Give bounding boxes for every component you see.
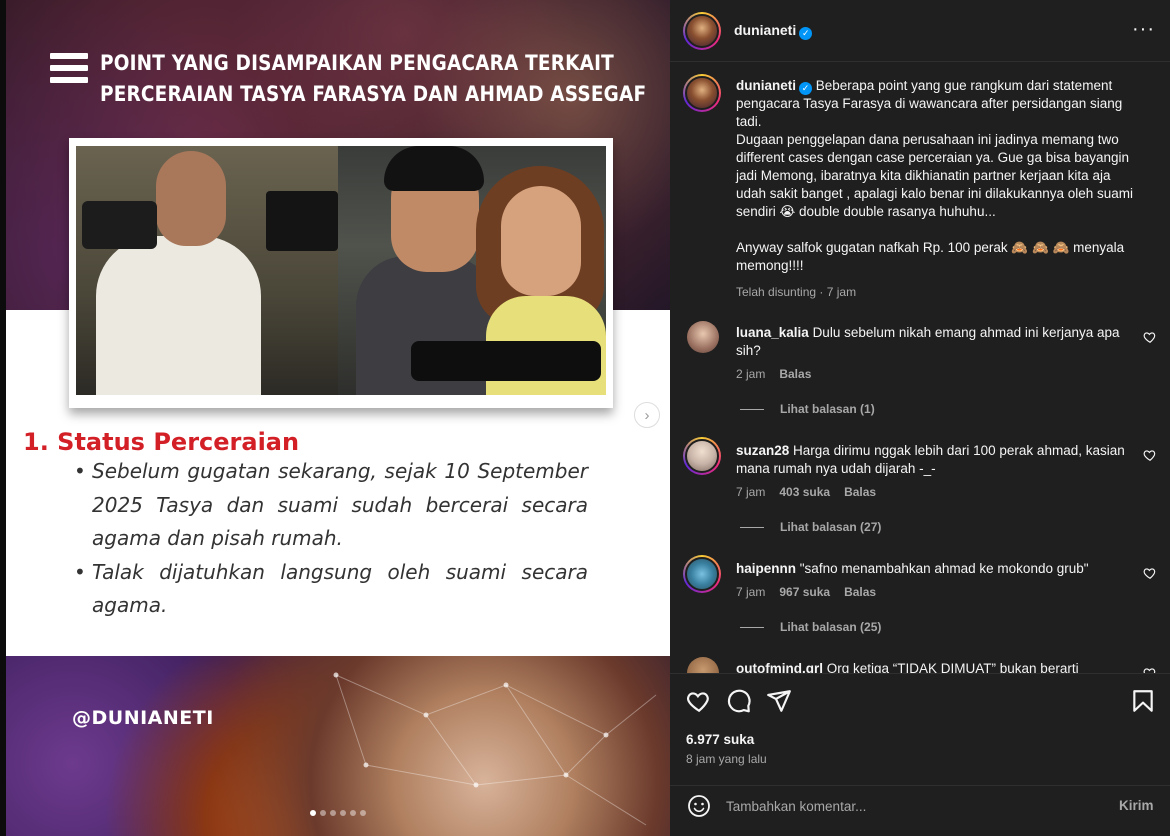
like-heart-icon[interactable] xyxy=(1143,666,1157,673)
like-heart-icon[interactable] xyxy=(1143,330,1157,344)
comment-likes[interactable]: 403 suka xyxy=(779,485,830,499)
bullet-list: Sebelum gugatan sekarang, sejak 10 Septe… xyxy=(74,455,588,623)
author-avatar[interactable] xyxy=(683,12,721,50)
comment-text: Org ketiga “TIDAK DIMUAT” bukan berarti xyxy=(826,661,1079,673)
bullet-item: Sebelum gugatan sekarang, sejak 10 Septe… xyxy=(74,455,588,556)
commenter-avatar[interactable] xyxy=(683,437,721,475)
reply-button[interactable]: Balas xyxy=(779,367,811,381)
reply-button[interactable]: Balas xyxy=(844,585,876,599)
carousel-dot[interactable] xyxy=(340,810,346,816)
like-heart-icon[interactable] xyxy=(1143,566,1157,580)
carousel-dot[interactable] xyxy=(330,810,336,816)
photo-frame xyxy=(69,138,613,408)
news-photo xyxy=(76,146,606,395)
carousel-dot[interactable] xyxy=(310,810,316,816)
caption-username[interactable]: dunianeti xyxy=(736,78,796,93)
comments-scroll[interactable]: dunianeti ✓ Beberapa point yang gue rangk… xyxy=(670,63,1170,673)
like-count[interactable]: 6.977 suka xyxy=(686,732,754,747)
comment-text: Harga dirimu nggak lebih dari 100 perak … xyxy=(736,443,1125,476)
like-heart-icon[interactable] xyxy=(1143,448,1157,462)
author-name-row: dunianeti ✓ xyxy=(734,22,813,40)
comment-time: 7 jam xyxy=(736,485,766,499)
verified-badge-icon: ✓ xyxy=(799,27,813,40)
reply-button[interactable]: Balas xyxy=(844,485,876,499)
more-options-icon[interactable]: ··· xyxy=(1132,18,1155,41)
comment-text: "safno menambahkan ahmad ke mokondo grub… xyxy=(799,561,1089,576)
post-actions: 6.977 suka 8 jam yang lalu xyxy=(670,673,1170,788)
add-comment-bar: Kirim xyxy=(670,785,1170,836)
caption-avatar[interactable] xyxy=(683,74,721,112)
caption-meta: Telah disunting · 7 jam xyxy=(736,285,857,299)
heart-icon[interactable] xyxy=(686,688,712,714)
comment-likes[interactable]: 967 suka xyxy=(779,585,830,599)
carousel-next-icon[interactable]: › xyxy=(634,402,660,428)
comment-input[interactable] xyxy=(726,794,1106,818)
commenter-avatar[interactable] xyxy=(683,555,721,593)
card-title: POINT YANG DISAMPAIKAN PENGACARA TERKAIT… xyxy=(100,51,647,106)
commenter-username[interactable]: luana_kalia xyxy=(736,325,809,340)
bullet-item: Talak dijatuhkan langsung oleh suami sec… xyxy=(74,556,588,623)
commenter-username[interactable]: outofmind.grl xyxy=(736,661,823,673)
post-comment-button[interactable]: Kirim xyxy=(1119,798,1154,813)
post-caption: dunianeti ✓ Beberapa point yang gue rangk… xyxy=(736,77,1138,301)
caption-paragraph: Anyway salfok gugatan nafkah Rp. 100 per… xyxy=(736,240,1125,273)
bookmark-icon[interactable] xyxy=(1130,688,1156,714)
post-time: 8 jam yang lalu xyxy=(686,752,767,766)
post-media[interactable]: POINT YANG DISAMPAIKAN PENGACARA TERKAIT… xyxy=(6,0,670,836)
carousel-dots xyxy=(310,810,366,816)
post-details-panel: dunianeti ✓ ··· dunianeti ✓ Beberapa point… xyxy=(670,0,1170,836)
commenter-avatar[interactable] xyxy=(687,321,719,353)
emoji-icon[interactable] xyxy=(687,794,711,818)
section-heading: 1. Status Perceraian xyxy=(23,428,300,456)
comment-icon[interactable] xyxy=(726,688,752,714)
verified-badge-icon: ✓ xyxy=(799,82,812,95)
watermark: @DUNIANETI xyxy=(72,707,214,729)
carousel-dot[interactable] xyxy=(350,810,356,816)
post-header: dunianeti ✓ ··· xyxy=(670,0,1170,62)
share-icon[interactable] xyxy=(766,688,792,714)
commenter-avatar[interactable] xyxy=(687,657,719,673)
view-replies-button[interactable]: Lihat balasan (1) xyxy=(740,402,875,416)
commenter-username[interactable]: suzan28 xyxy=(736,443,789,458)
carousel-dot[interactable] xyxy=(360,810,366,816)
carousel-dot[interactable] xyxy=(320,810,326,816)
author-username[interactable]: dunianeti xyxy=(734,22,796,38)
menu-lines-icon xyxy=(50,53,88,85)
network-lines-decoration xyxy=(333,672,657,826)
caption-paragraph: Dugaan penggelapan dana perusahaan ini j… xyxy=(736,132,1134,219)
comment-time: 2 jam xyxy=(736,367,766,381)
view-replies-button[interactable]: Lihat balasan (25) xyxy=(740,620,881,634)
commenter-username[interactable]: haipennn xyxy=(736,561,796,576)
comment-time: 7 jam xyxy=(736,585,766,599)
view-replies-button[interactable]: Lihat balasan (27) xyxy=(740,520,881,534)
